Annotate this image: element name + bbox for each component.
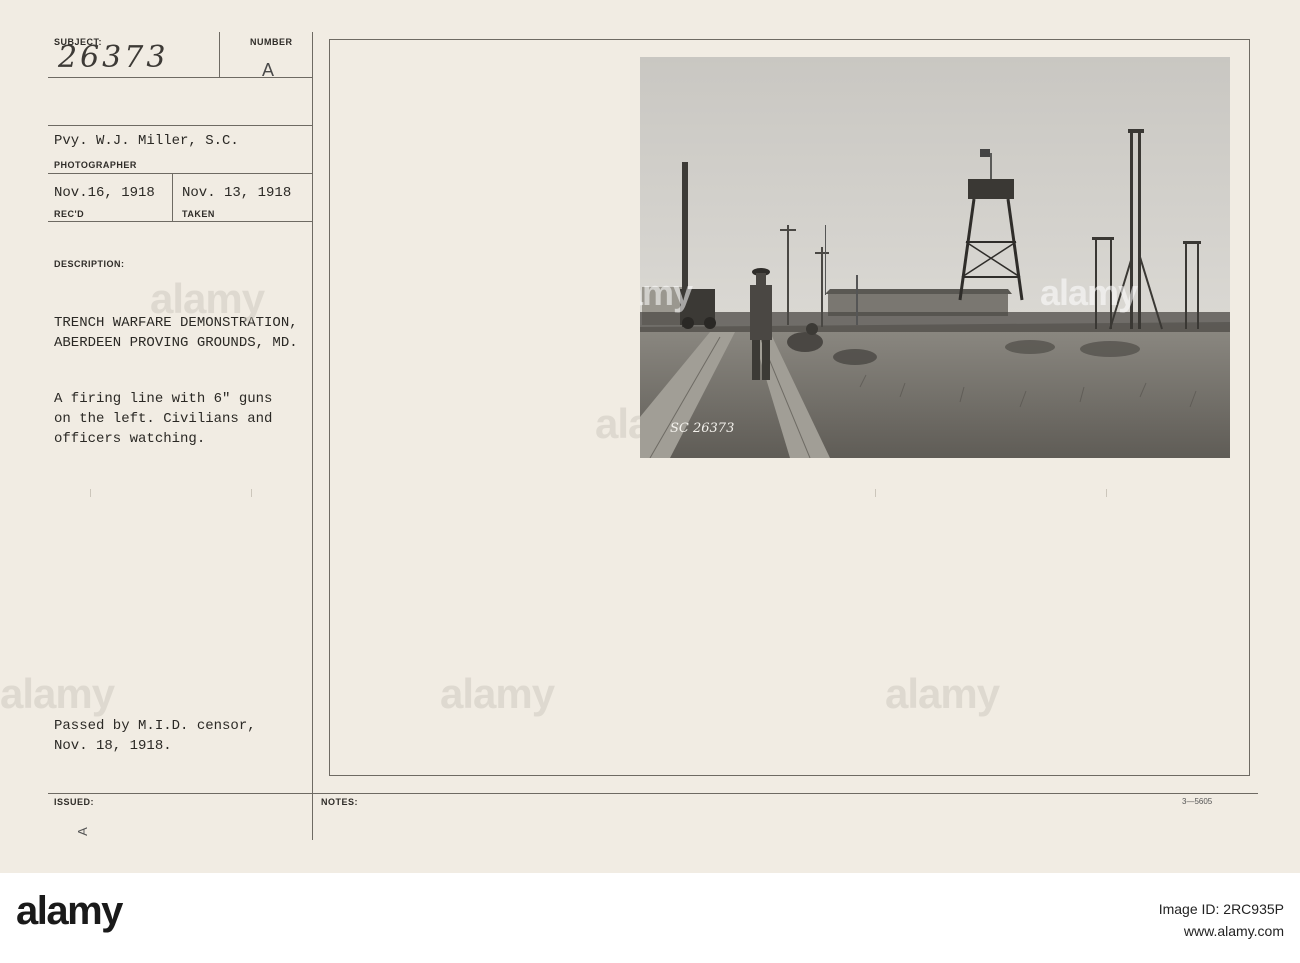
number-value: A (262, 60, 275, 80)
description-line-1: A firing line with 6" guns (54, 391, 273, 407)
description-line-3: officers watching. (54, 431, 206, 447)
photographer-name: Pvy. W.J. Miller, S.C. (54, 133, 239, 149)
issued-mark: A (74, 827, 90, 836)
form-number: 3—5605 (1182, 797, 1213, 806)
photographer-top-rule (48, 125, 312, 126)
watermark-1: alamy (150, 275, 265, 322)
archival-photo-card: SUBJECT: 26373 NUMBER A Pvy. W.J. Miller… (0, 0, 1300, 873)
photo-watermark-2: alamy (1040, 272, 1138, 313)
photographer-label: PHOTOGRAPHER (54, 160, 137, 170)
watermark-5: alamy (440, 670, 555, 717)
title-line-2: ABERDEEN PROVING GROUNDS, MD. (54, 335, 298, 351)
site-url: www.alamy.com (1183, 923, 1284, 939)
description-line-2: on the left. Civilians and (54, 411, 273, 427)
left-tick-marks (90, 489, 252, 497)
received-date: Nov.16, 1918 (54, 185, 155, 201)
censor-line-2: Nov. 18, 1918. (54, 738, 172, 754)
right-tick-marks (875, 489, 1107, 497)
alamy-logo: alamy (16, 889, 123, 934)
subject-number: 26373 (58, 40, 169, 75)
taken-date: Nov. 13, 1918 (182, 185, 292, 201)
notes-label: NOTES: (321, 797, 359, 807)
taken-label: TAKEN (182, 209, 215, 219)
dates-divider (172, 173, 173, 221)
left-column-divider (312, 32, 313, 840)
photo-watermark-1: alamy (640, 272, 693, 313)
description-label: DESCRIPTION: (54, 259, 125, 269)
subject-number-divider (219, 32, 220, 77)
image-id: Image ID: 2RC935P (1158, 901, 1284, 917)
censor-line-1: Passed by M.I.D. censor, (54, 718, 256, 734)
photographer-bottom-rule (48, 173, 312, 174)
historical-photograph: SC 26373 alamy alamy (640, 57, 1230, 458)
issued-label: ISSUED: (54, 797, 95, 807)
dates-bottom-rule (48, 221, 312, 222)
stock-footer: alamy Image ID: 2RC935P www.alamy.com (0, 873, 1300, 963)
number-label: NUMBER (250, 37, 293, 47)
photo-inscription: SC 26373 (670, 421, 735, 436)
received-label: REC'D (54, 209, 85, 219)
issued-rule (48, 793, 1258, 794)
alamy-logo-text: alamy (16, 889, 123, 933)
watermark-6: alamy (885, 670, 1000, 717)
watermark-4: alamy (0, 670, 115, 717)
